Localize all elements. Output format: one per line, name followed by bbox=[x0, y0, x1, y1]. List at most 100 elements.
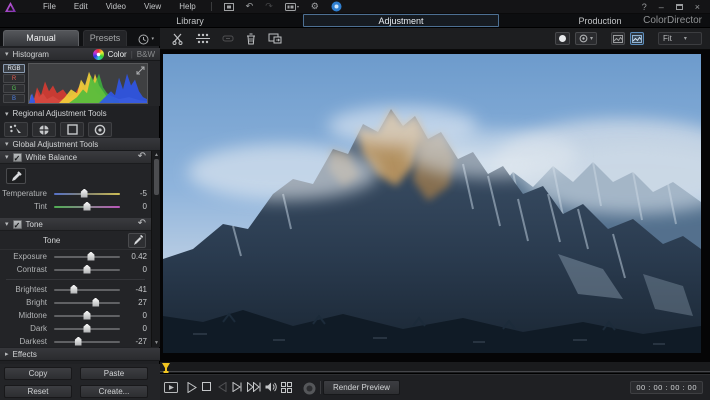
radial-filter-tool[interactable] bbox=[32, 122, 56, 137]
exposure-slider[interactable] bbox=[54, 256, 120, 258]
tone-checkbox[interactable]: ✓ bbox=[13, 220, 22, 229]
help-button[interactable]: ? bbox=[642, 2, 647, 12]
histogram-canvas[interactable] bbox=[28, 63, 148, 104]
slider-thumb[interactable] bbox=[84, 202, 91, 211]
compare-before-button[interactable] bbox=[611, 32, 625, 45]
undo-icon[interactable]: ↶ bbox=[246, 2, 254, 11]
detach-panel-icon[interactable] bbox=[268, 33, 282, 44]
render-preview-button[interactable]: Render Preview bbox=[323, 380, 400, 395]
maximize-button[interactable] bbox=[676, 4, 683, 10]
preview-window-button[interactable] bbox=[164, 382, 178, 393]
white-balance-header[interactable]: ▾ ✓ White Balance ↶ bbox=[0, 151, 151, 164]
split-clip-icon[interactable] bbox=[172, 33, 184, 45]
midtone-value: 0 bbox=[127, 311, 147, 320]
seek-track[interactable] bbox=[160, 371, 710, 372]
slider-thumb[interactable] bbox=[84, 311, 91, 320]
menu-help[interactable]: Help bbox=[170, 2, 204, 11]
channel-rgb-button[interactable]: RGB bbox=[3, 64, 25, 73]
temperature-slider[interactable] bbox=[54, 193, 120, 195]
tab-adjustment[interactable]: Adjustment bbox=[303, 14, 499, 27]
histogram-bw-toggle[interactable]: B&W bbox=[137, 50, 155, 59]
close-button[interactable]: × bbox=[695, 2, 700, 12]
display-mode-icon[interactable] bbox=[285, 3, 299, 11]
fast-forward-button[interactable] bbox=[247, 382, 261, 392]
slider-thumb[interactable] bbox=[84, 324, 91, 333]
previous-frame-button[interactable] bbox=[218, 382, 227, 392]
tone-reset-icon[interactable]: ↶ bbox=[138, 219, 146, 229]
gradient-mask-tool[interactable] bbox=[60, 122, 84, 137]
settings-gear-icon[interactable]: ⚙ bbox=[311, 2, 319, 11]
video-preview[interactable] bbox=[163, 54, 701, 353]
stop-button[interactable] bbox=[202, 382, 211, 391]
white-balance-checkbox[interactable]: ✓ bbox=[13, 153, 22, 162]
playhead-marker[interactable] bbox=[161, 363, 171, 373]
darkest-slider[interactable] bbox=[54, 341, 120, 343]
channel-b-button[interactable]: B bbox=[3, 94, 25, 103]
history-button[interactable]: ▾ bbox=[138, 32, 154, 46]
panel-scrollbar[interactable]: ▲ ▼ bbox=[151, 151, 160, 347]
link-adjustment-icon[interactable] bbox=[222, 33, 234, 44]
volume-button[interactable] bbox=[265, 382, 277, 392]
regional-toolbar bbox=[4, 122, 112, 137]
slider-thumb[interactable] bbox=[81, 189, 88, 198]
delete-icon[interactable] bbox=[246, 33, 256, 45]
keyframe-icon[interactable] bbox=[196, 33, 210, 44]
redo-icon[interactable]: ↷ bbox=[265, 2, 273, 11]
paste-button[interactable]: Paste bbox=[80, 367, 148, 380]
slider-thumb[interactable] bbox=[75, 337, 82, 346]
zoom-fit-dropdown[interactable]: Fit ▾ bbox=[658, 32, 702, 45]
tone-subtab[interactable]: Tone bbox=[43, 236, 60, 245]
brightest-slider[interactable] bbox=[54, 289, 120, 291]
bright-slider[interactable] bbox=[54, 302, 120, 304]
tab-production[interactable]: Production bbox=[560, 16, 640, 26]
slider-thumb[interactable] bbox=[84, 265, 91, 274]
grid-view-icon[interactable] bbox=[281, 382, 292, 393]
histogram-color-toggle[interactable]: Color bbox=[108, 50, 127, 59]
midtone-slider[interactable] bbox=[54, 315, 120, 317]
exposure-slider-row: Exposure 0.42 bbox=[0, 250, 151, 263]
menu-view[interactable]: View bbox=[135, 2, 170, 11]
preview-mode-dropdown[interactable]: ▾ bbox=[575, 32, 597, 45]
tone-header[interactable]: ▾ ✓ Tone ↶ bbox=[0, 218, 151, 231]
slider-thumb[interactable] bbox=[92, 298, 99, 307]
white-balance-dropper-button[interactable] bbox=[6, 168, 26, 184]
tab-library[interactable]: Library bbox=[150, 16, 230, 26]
copy-button[interactable]: Copy bbox=[4, 367, 72, 380]
play-button[interactable] bbox=[187, 382, 197, 393]
create-button[interactable]: Create... bbox=[80, 385, 148, 398]
adjustment-brush-button[interactable] bbox=[128, 233, 146, 248]
regional-tools-header[interactable]: ▾ Regional Adjustment Tools bbox=[0, 107, 160, 120]
capture-screen-icon[interactable] bbox=[224, 3, 234, 11]
effects-header[interactable]: ▸ Effects bbox=[0, 348, 160, 361]
minimize-button[interactable]: – bbox=[659, 2, 664, 12]
slider-thumb[interactable] bbox=[87, 252, 94, 261]
tint-slider[interactable] bbox=[54, 206, 120, 208]
show-mask-toggle[interactable] bbox=[555, 32, 570, 45]
channel-r-button[interactable]: R bbox=[3, 74, 25, 83]
color-wheel-icon[interactable] bbox=[93, 49, 104, 60]
cyberlink-cloud-icon[interactable] bbox=[331, 1, 342, 12]
tab-manual[interactable]: Manual bbox=[3, 30, 79, 46]
seek-bar[interactable] bbox=[160, 362, 710, 374]
reset-button[interactable]: Reset bbox=[4, 385, 72, 398]
slider-thumb[interactable] bbox=[70, 285, 77, 294]
ring-mask-tool[interactable] bbox=[88, 122, 112, 137]
contrast-slider[interactable] bbox=[54, 269, 120, 271]
chevron-down-icon: ▾ bbox=[590, 35, 593, 42]
menu-edit[interactable]: Edit bbox=[65, 2, 97, 11]
histogram-header[interactable]: ▾ Histogram Color | B&W bbox=[0, 48, 160, 61]
global-tools-header[interactable]: ▾ Global Adjustment Tools bbox=[0, 138, 160, 151]
channel-g-button[interactable]: G bbox=[3, 84, 25, 93]
dark-slider[interactable] bbox=[54, 328, 120, 330]
scrollbar-thumb[interactable] bbox=[154, 159, 159, 195]
tab-presets[interactable]: Presets bbox=[83, 30, 127, 46]
menu-file[interactable]: File bbox=[34, 2, 65, 11]
mask-brush-tool[interactable] bbox=[4, 122, 28, 137]
snapshot-button[interactable] bbox=[303, 382, 316, 395]
next-frame-button[interactable] bbox=[232, 382, 242, 392]
menu-video[interactable]: Video bbox=[97, 2, 135, 11]
darkest-label: Darkest bbox=[0, 337, 54, 346]
white-balance-reset-icon[interactable]: ↶ bbox=[138, 152, 146, 162]
histogram-expand-icon[interactable] bbox=[136, 66, 145, 75]
compare-after-button[interactable] bbox=[630, 32, 644, 45]
